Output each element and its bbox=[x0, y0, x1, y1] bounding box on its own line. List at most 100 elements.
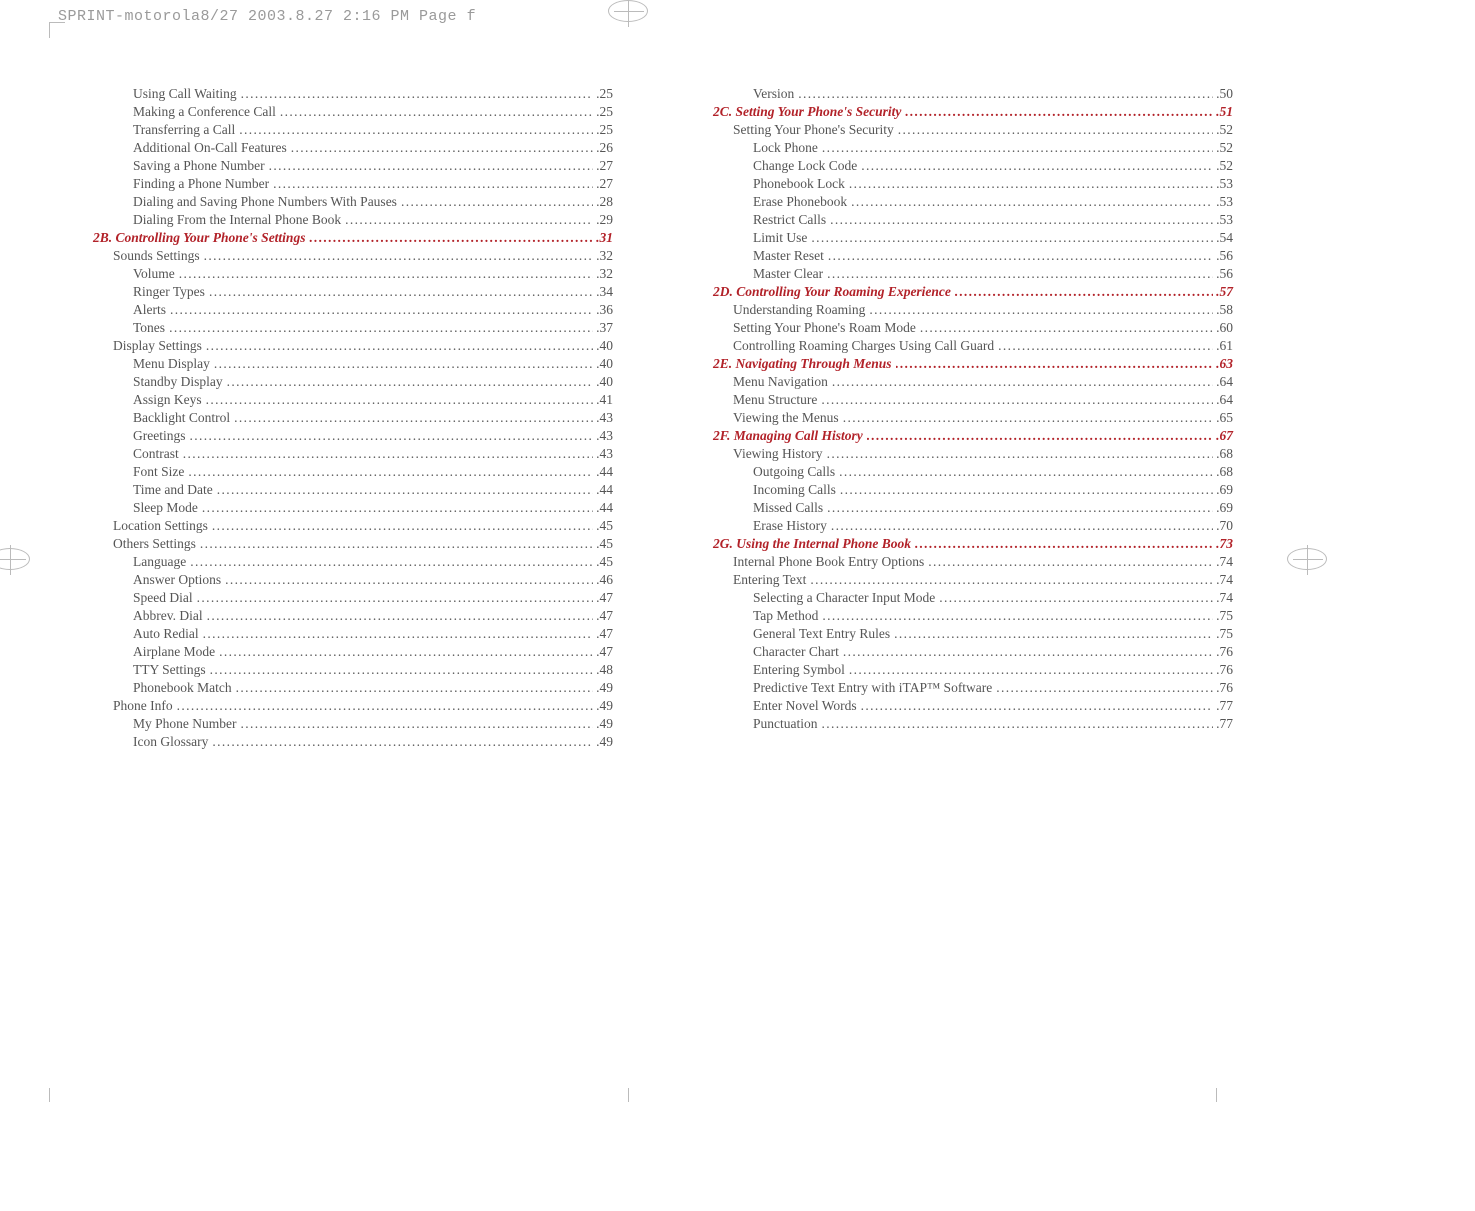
toc-title: Character Chart bbox=[753, 645, 843, 659]
toc-leader bbox=[811, 231, 1213, 242]
toc-row: Viewing History.68 bbox=[733, 447, 1233, 461]
toc-title: Punctuation bbox=[753, 717, 822, 731]
toc-page: .67 bbox=[1213, 429, 1233, 443]
toc-title: Tones bbox=[133, 321, 169, 335]
toc-title: Phonebook Match bbox=[133, 681, 236, 695]
toc-leader bbox=[851, 195, 1213, 206]
toc-leader bbox=[832, 375, 1213, 386]
toc-page: .75 bbox=[1213, 609, 1233, 623]
toc-row: General Text Entry Rules.75 bbox=[753, 627, 1233, 641]
toc-page: .60 bbox=[1213, 321, 1233, 335]
registration-mark-top bbox=[608, 0, 648, 27]
toc-page: .54 bbox=[1213, 231, 1233, 245]
toc-title: Additional On-Call Features bbox=[133, 141, 291, 155]
toc-title: 2B. Controlling Your Phone's Settings bbox=[93, 231, 309, 245]
toc-page: .47 bbox=[593, 609, 613, 623]
toc-page: .25 bbox=[593, 87, 613, 101]
toc-leader bbox=[810, 573, 1213, 584]
toc-title: Answer Options bbox=[133, 573, 225, 587]
toc-title: Internal Phone Book Entry Options bbox=[733, 555, 928, 569]
toc-row: Master Clear.56 bbox=[753, 267, 1233, 281]
toc-title: Dialing From the Internal Phone Book bbox=[133, 213, 345, 227]
toc-title: Entering Symbol bbox=[753, 663, 849, 677]
toc-title: Using Call Waiting bbox=[133, 87, 241, 101]
toc-page: .45 bbox=[593, 537, 613, 551]
toc-leader bbox=[822, 609, 1213, 620]
toc-row: Menu Display.40 bbox=[133, 357, 613, 371]
toc-page: .76 bbox=[1213, 663, 1233, 677]
toc-title: Entering Text bbox=[733, 573, 810, 587]
toc-title: Greetings bbox=[133, 429, 189, 443]
toc-page: .53 bbox=[1213, 213, 1233, 227]
toc-title: Contrast bbox=[133, 447, 183, 461]
toc-row: 2G. Using the Internal Phone Book.73 bbox=[713, 537, 1233, 551]
toc-page: .37 bbox=[593, 321, 613, 335]
toc-title: Making a Conference Call bbox=[133, 105, 280, 119]
toc-title: Erase Phonebook bbox=[753, 195, 851, 209]
toc-row: Entering Text .74 bbox=[733, 573, 1233, 587]
toc-page: .74 bbox=[1213, 555, 1233, 569]
toc-row: 2C. Setting Your Phone's Security.51 bbox=[713, 105, 1233, 119]
toc-title: Tap Method bbox=[753, 609, 822, 623]
toc-title: Setting Your Phone's Security bbox=[733, 123, 898, 137]
toc-leader bbox=[867, 429, 1213, 440]
toc-leader bbox=[827, 447, 1214, 458]
print-meta-line: SPRINT-motorola8/27 2003.8.27 2:16 PM Pa… bbox=[58, 8, 476, 25]
toc-row: Using Call Waiting .25 bbox=[133, 87, 613, 101]
toc-title: Others Settings bbox=[113, 537, 200, 551]
toc-title: Font Size bbox=[133, 465, 188, 479]
toc-row: Change Lock Code.52 bbox=[753, 159, 1233, 173]
toc-leader bbox=[849, 177, 1213, 188]
toc-leader bbox=[401, 195, 593, 206]
toc-page: .40 bbox=[593, 375, 613, 389]
toc-row: Incoming Calls.69 bbox=[753, 483, 1233, 497]
toc-page: .47 bbox=[593, 627, 613, 641]
toc-row: Font Size .44 bbox=[133, 465, 613, 479]
toc-leader bbox=[190, 555, 593, 566]
toc-row: Assign Keys.41 bbox=[133, 393, 613, 407]
toc-row: Master Reset.56 bbox=[753, 249, 1233, 263]
toc-title: Phone Info bbox=[113, 699, 177, 713]
toc-row: Sounds Settings.32 bbox=[113, 249, 613, 263]
toc-row: 2D. Controlling Your Roaming Experience.… bbox=[713, 285, 1233, 299]
toc-row: Dialing and Saving Phone Numbers With Pa… bbox=[133, 195, 613, 209]
toc-row: Menu Structure.64 bbox=[733, 393, 1233, 407]
toc-row: Outgoing Calls.68 bbox=[753, 465, 1233, 479]
toc-page: .43 bbox=[593, 411, 613, 425]
toc-page: .44 bbox=[593, 465, 613, 479]
toc-title: Abbrev. Dial bbox=[133, 609, 207, 623]
toc-page: .46 bbox=[593, 573, 613, 587]
toc-row: Greetings.43 bbox=[133, 429, 613, 443]
toc-page: .64 bbox=[1213, 393, 1233, 407]
toc-leader bbox=[309, 231, 593, 242]
toc-leader bbox=[827, 501, 1213, 512]
toc-page: .43 bbox=[593, 447, 613, 461]
toc-leader bbox=[831, 519, 1213, 530]
toc-page: .76 bbox=[1213, 681, 1233, 695]
toc-page: .64 bbox=[1213, 375, 1233, 389]
toc-page: .58 bbox=[1213, 303, 1233, 317]
toc-row: Limit Use.54 bbox=[753, 231, 1233, 245]
toc-title: Saving a Phone Number bbox=[133, 159, 269, 173]
toc-page: .49 bbox=[593, 699, 613, 713]
toc-leader bbox=[209, 285, 593, 296]
toc-page: .31 bbox=[593, 231, 613, 245]
toc-page: .69 bbox=[1213, 483, 1233, 497]
toc-leader bbox=[291, 141, 593, 152]
toc-row: Phonebook Lock.53 bbox=[753, 177, 1233, 191]
toc-leader bbox=[905, 105, 1213, 116]
toc-page: .25 bbox=[593, 123, 613, 137]
toc-row: Character Chart.76 bbox=[753, 645, 1233, 659]
toc-page: .75 bbox=[1213, 627, 1233, 641]
toc-row: Finding a Phone Number.27 bbox=[133, 177, 613, 191]
toc-title: Sleep Mode bbox=[133, 501, 202, 515]
toc-leader bbox=[177, 699, 594, 710]
toc-page: .74 bbox=[1213, 573, 1233, 587]
toc-row: Display Settings.40 bbox=[113, 339, 613, 353]
toc-title: Menu Display bbox=[133, 357, 214, 371]
toc-row: Backlight Control.43 bbox=[133, 411, 613, 425]
toc-row: Time and Date.44 bbox=[133, 483, 613, 497]
toc-row: Setting Your Phone's Roam Mode.60 bbox=[733, 321, 1233, 335]
toc-row: Restrict Calls.53 bbox=[753, 213, 1233, 227]
toc-page: .68 bbox=[1213, 447, 1233, 461]
